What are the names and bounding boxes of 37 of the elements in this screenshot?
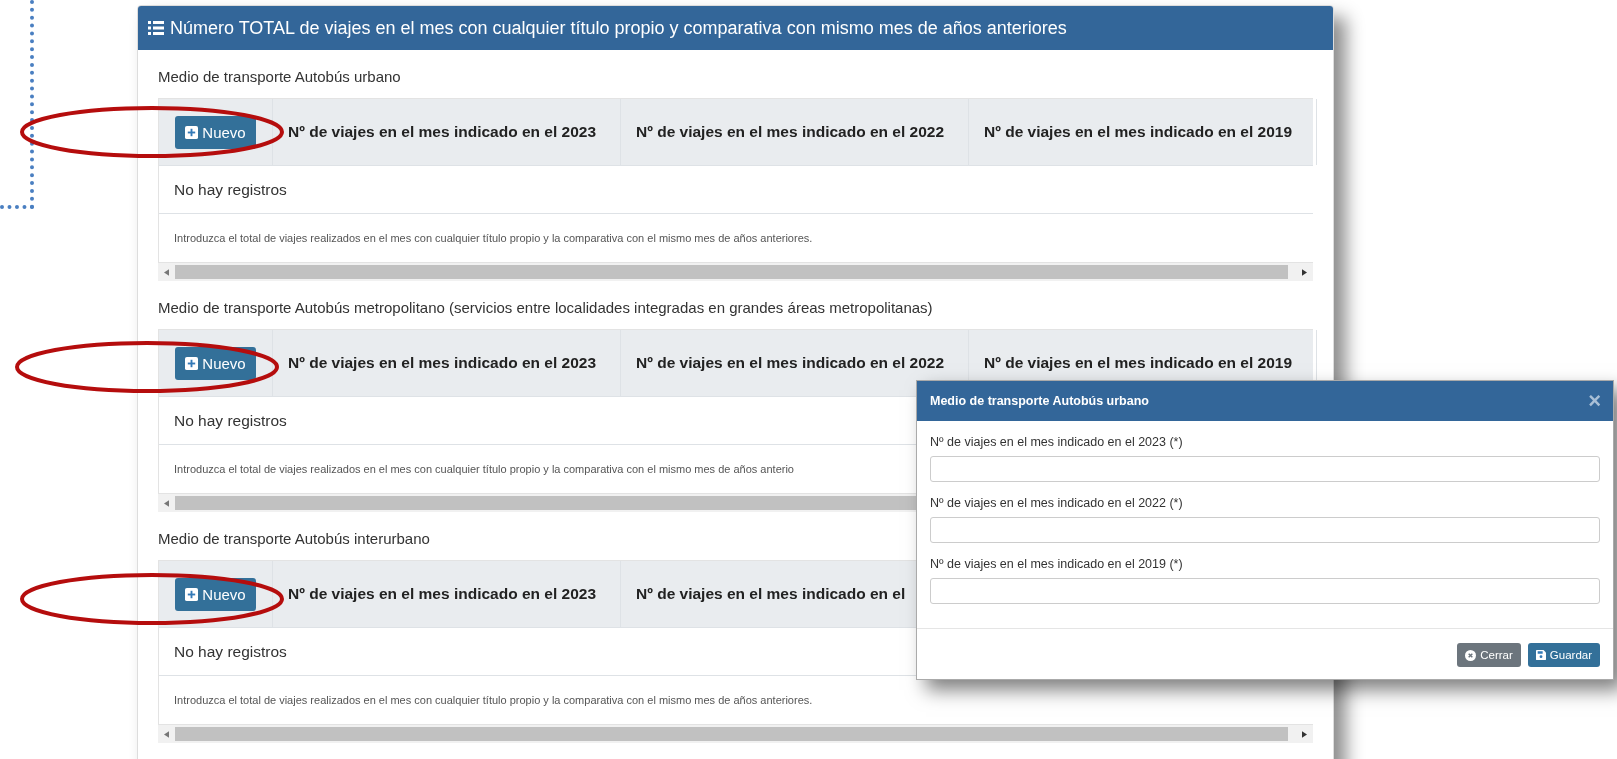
save-button[interactable]: Guardar: [1527, 643, 1600, 667]
close-button[interactable]: ×: [1588, 390, 1601, 412]
input-field[interactable]: [930, 578, 1600, 604]
table-note: Introduzca el total de viajes realizados en el mes con cualquier título propio y la comparativa con el mismo mes de años anteriores.: [174, 232, 813, 244]
table-cell: No hay registros: [159, 166, 1313, 214]
input-field[interactable]: [930, 456, 1600, 482]
scroll-left-icon[interactable]: [164, 499, 169, 507]
horizontal-scrollbar[interactable]: [158, 263, 1313, 281]
column-header: Nº de viajes en el mes indicado en el 2023: [273, 561, 621, 627]
column-header: Nº de viajes en el mes indicado en el 2023: [273, 99, 621, 165]
scroll-right-icon[interactable]: [1302, 268, 1307, 276]
new-button[interactable]: Nuevo: [175, 115, 256, 149]
field-label: Nº de viajes en el mes indicado en el 2022 (*): [930, 495, 1184, 512]
plus-icon: [185, 587, 199, 601]
new-button[interactable]: Nuevo: [175, 577, 256, 611]
floppy-icon: [1535, 650, 1546, 660]
plus-icon: [185, 356, 199, 370]
horizontal-scrollbar[interactable]: [158, 725, 1313, 743]
close-button[interactable]: Cerrar: [1457, 643, 1521, 667]
section-label: Medio de transporte Autobús metropolitano (servicios entre localidades integradas en grandes áreas metropolitanas): [158, 298, 933, 318]
column-header: Nº de viajes en el mes indicado en el 2023: [273, 330, 621, 396]
column-header: Nº de viajes en el mes indicado en el 2019: [969, 99, 1317, 165]
input-field[interactable]: [930, 517, 1600, 543]
modal-title: Medio de transporte Autobús urbano: [930, 394, 1149, 408]
list-icon: [148, 21, 164, 35]
table-note: Introduzca el total de viajes realizados en el mes con cualquier título propio y la comparativa con el mismo mes de años anteriores.: [174, 694, 813, 706]
table-note: Introduzca el total de viajes realizados en el mes con cualquier título propio y la comparativa con el mismo mes de años anterio: [174, 463, 794, 475]
scroll-left-icon[interactable]: [164, 730, 169, 738]
plus-icon: [185, 125, 199, 139]
new-button[interactable]: Nuevo: [175, 346, 256, 380]
x-circle-icon: [1465, 649, 1477, 661]
scroll-left-icon[interactable]: [164, 268, 169, 276]
section-label: Medio de transporte Autobús urbano: [158, 67, 401, 87]
section-label: Medio de transporte Autobús interurbano: [158, 529, 430, 549]
panel-title: Número TOTAL de viajes en el mes con cualquier título propio y comparativa con mismo mes de años anteriores: [170, 17, 1067, 39]
column-header: Nº de viajes en el mes indicado en el 2022: [621, 99, 969, 165]
scroll-right-icon[interactable]: [1302, 730, 1307, 738]
